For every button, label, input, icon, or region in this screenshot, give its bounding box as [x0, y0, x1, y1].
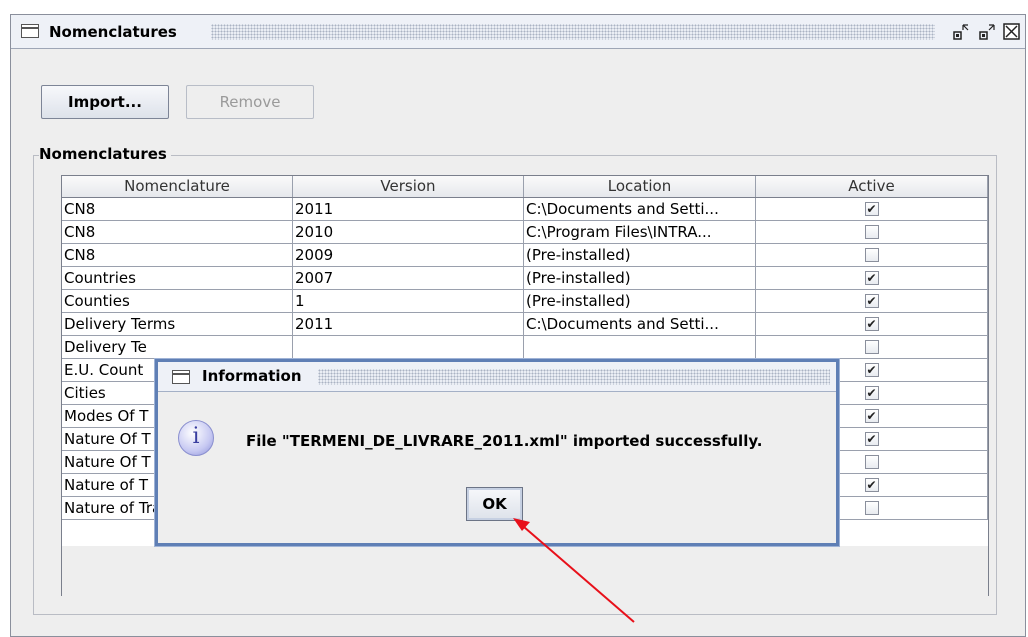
dialog-window-icon	[172, 370, 190, 384]
minimize-icon[interactable]	[951, 22, 971, 42]
titlebar-texture	[211, 24, 935, 40]
cell-nomenclature[interactable]: CN8	[62, 221, 293, 243]
cell-nomenclature[interactable]: Delivery Terms	[62, 313, 293, 335]
table-row[interactable]: Delivery Terms 2011 C:\Documents and Setti…	[62, 313, 988, 336]
table-row[interactable]: CN8 2011 C:\Documents and Setti... ✔	[62, 198, 988, 221]
group-label: Nomenclatures	[39, 145, 171, 163]
cell-location[interactable]: C:\Documents and Setti...	[524, 313, 756, 335]
active-checkbox[interactable]: ✔	[864, 202, 879, 216]
active-checkbox[interactable]: ✔	[864, 294, 879, 308]
cell-location[interactable]: C:\Documents and Setti...	[524, 198, 756, 220]
cell-active: ✔	[756, 313, 988, 335]
active-checkbox[interactable]: ✔	[864, 317, 879, 331]
column-header-active[interactable]: Active	[756, 176, 988, 197]
dialog-titlebar-texture	[318, 369, 830, 385]
table-row[interactable]: Counties 1 (Pre-installed) ✔	[62, 290, 988, 313]
active-checkbox[interactable]: ✔	[864, 432, 879, 446]
dialog-titlebar[interactable]: Information	[158, 362, 836, 392]
column-header-version[interactable]: Version	[293, 176, 524, 197]
window-titlebar[interactable]: Nomenclatures	[11, 15, 1025, 49]
active-checkbox[interactable]: ✔	[864, 478, 879, 492]
cell-nomenclature[interactable]: CN8	[62, 198, 293, 220]
ok-button[interactable]: OK	[466, 487, 523, 521]
cell-active: ✔	[756, 290, 988, 312]
cell-version[interactable]: 2011	[293, 198, 524, 220]
active-checkbox[interactable]	[864, 501, 879, 515]
column-header-location[interactable]: Location	[524, 176, 756, 197]
close-icon[interactable]	[1002, 22, 1022, 42]
table-row[interactable]: CN8 2009 (Pre-installed)	[62, 244, 988, 267]
table-row[interactable]: Countries 2007 (Pre-installed) ✔	[62, 267, 988, 290]
table-row[interactable]: CN8 2010 C:\Program Files\INTRA...	[62, 221, 988, 244]
window-title: Nomenclatures	[49, 23, 177, 41]
active-checkbox[interactable]	[864, 225, 879, 239]
cell-active: ✔	[756, 198, 988, 220]
cell-nomenclature[interactable]: Countries	[62, 267, 293, 289]
remove-button[interactable]: Remove	[186, 85, 314, 119]
cell-active	[756, 221, 988, 243]
dialog-message: File "TERMENI_DE_LIVRARE_2011.xml" impor…	[246, 432, 763, 450]
maximize-icon[interactable]	[977, 22, 997, 42]
cell-location[interactable]: (Pre-installed)	[524, 244, 756, 266]
window-icon	[21, 24, 39, 38]
cell-active	[756, 244, 988, 266]
import-button[interactable]: Import...	[41, 85, 169, 119]
cell-version[interactable]: 2010	[293, 221, 524, 243]
cell-nomenclature[interactable]: Delivery Te	[62, 336, 293, 358]
cell-version[interactable]: 1	[293, 290, 524, 312]
cell-active: ✔	[756, 267, 988, 289]
active-checkbox[interactable]	[864, 340, 879, 354]
cell-location[interactable]: (Pre-installed)	[524, 290, 756, 312]
dialog-title: Information	[202, 367, 302, 385]
cell-active	[756, 336, 988, 358]
active-checkbox[interactable]: ✔	[864, 363, 879, 377]
info-icon: i	[178, 420, 214, 456]
table-row[interactable]: Delivery Te	[62, 336, 988, 359]
active-checkbox[interactable]	[864, 455, 879, 469]
cell-nomenclature[interactable]: CN8	[62, 244, 293, 266]
information-dialog: Information i File "TERMENI_DE_LIVRARE_2…	[155, 359, 839, 546]
active-checkbox[interactable]: ✔	[864, 409, 879, 423]
active-checkbox[interactable]	[864, 248, 879, 262]
cell-location[interactable]: (Pre-installed)	[524, 267, 756, 289]
cell-version[interactable]: 2007	[293, 267, 524, 289]
column-header-nomenclature[interactable]: Nomenclature	[62, 176, 293, 197]
cell-nomenclature[interactable]: Counties	[62, 290, 293, 312]
active-checkbox[interactable]: ✔	[864, 271, 879, 285]
cell-location[interactable]	[524, 336, 756, 358]
cell-version[interactable]: 2009	[293, 244, 524, 266]
table-empty-area	[62, 546, 988, 596]
table-header: Nomenclature Version Location Active	[62, 176, 988, 198]
cell-location[interactable]: C:\Program Files\INTRA...	[524, 221, 756, 243]
active-checkbox[interactable]: ✔	[864, 386, 879, 400]
cell-version[interactable]: 2011	[293, 313, 524, 335]
cell-version[interactable]	[293, 336, 524, 358]
